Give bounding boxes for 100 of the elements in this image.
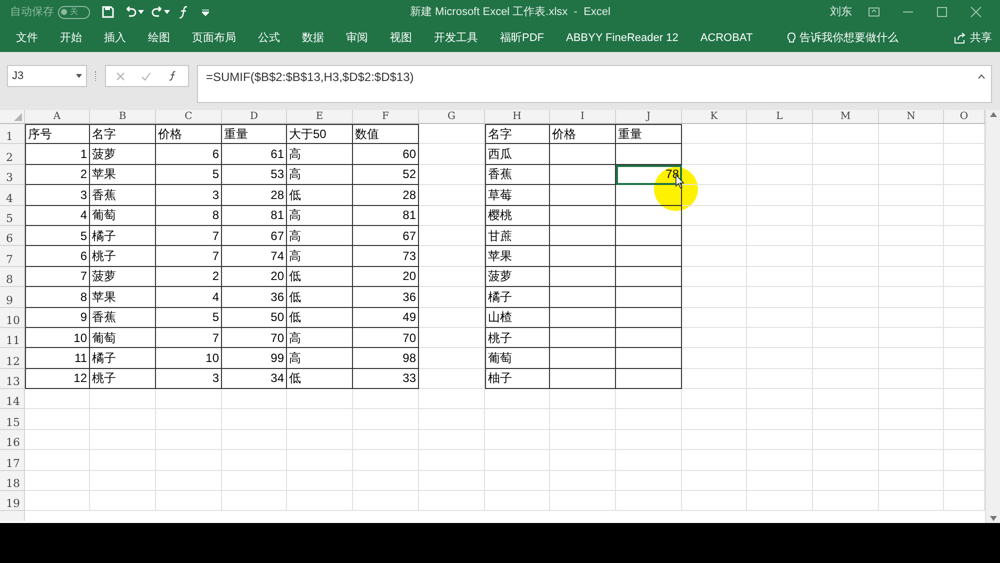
ribbon-tab[interactable]: 文件: [16, 30, 38, 46]
column-header[interactable]: D: [222, 110, 287, 123]
row-header[interactable]: 14: [0, 389, 25, 410]
row-header[interactable]: 2: [0, 144, 25, 165]
column-header[interactable]: G: [419, 110, 485, 123]
table-cell: 高: [287, 348, 353, 369]
table-cell: [419, 144, 485, 165]
column-header[interactable]: F: [353, 110, 419, 123]
table-cell: [25, 491, 90, 512]
customize-menu-icon[interactable]: [202, 8, 209, 16]
vertical-scrollbar[interactable]: [985, 110, 1000, 523]
ribbon-tab[interactable]: 开发工具: [434, 30, 478, 46]
table-cell: [616, 409, 682, 430]
table-cell: 67: [222, 226, 287, 246]
ribbon-tab[interactable]: 开始: [60, 30, 82, 46]
ribbon-tab[interactable]: 福昕PDF: [500, 30, 544, 46]
column-header[interactable]: M: [813, 110, 879, 123]
table-cell: [287, 430, 353, 450]
row-header[interactable]: 11: [0, 328, 25, 348]
ribbon-tab[interactable]: 数据: [302, 30, 324, 46]
ribbon-tab[interactable]: 绘图: [148, 30, 170, 46]
ribbon-tab[interactable]: 页面布局: [192, 30, 236, 46]
column-header[interactable]: C: [156, 110, 222, 123]
row-header[interactable]: 4: [0, 185, 25, 206]
table-cell: [156, 430, 222, 450]
row-header[interactable]: 1: [0, 124, 25, 144]
check-icon[interactable]: [141, 72, 152, 80]
row-header[interactable]: 7: [0, 246, 25, 267]
column-header[interactable]: H: [485, 110, 550, 123]
table-cell: [419, 409, 485, 430]
user-name[interactable]: 刘东: [830, 4, 852, 20]
tell-me-search[interactable]: 告诉我你想要做什么: [800, 30, 899, 46]
table-cell: [353, 409, 419, 430]
row-header[interactable]: 13: [0, 368, 25, 390]
table-cell: [25, 470, 90, 492]
table-cell: 3: [156, 185, 222, 206]
column-header[interactable]: I: [550, 110, 616, 123]
table-cell: [813, 144, 879, 165]
table-cell: [287, 470, 353, 492]
column-header[interactable]: N: [879, 110, 944, 123]
scroll-up-icon[interactable]: [990, 112, 996, 117]
save-icon[interactable]: [102, 6, 114, 18]
table-cell: 低: [287, 368, 353, 390]
caret-icon[interactable]: [138, 10, 144, 14]
undo-icon[interactable]: [124, 6, 138, 18]
row-header[interactable]: 17: [0, 450, 25, 471]
column-header[interactable]: K: [682, 110, 747, 123]
share-icon[interactable]: [954, 32, 966, 44]
table-cell: 98: [353, 348, 419, 369]
row-header[interactable]: 12: [0, 348, 25, 369]
row-header[interactable]: 3: [0, 164, 25, 186]
row-header[interactable]: 8: [0, 266, 25, 288]
table-cell: 10: [156, 348, 222, 369]
table-cell: [419, 266, 485, 288]
caret-icon[interactable]: [164, 10, 170, 14]
function-icon[interactable]: [178, 6, 190, 18]
table-cell: 5: [25, 226, 90, 246]
share-button[interactable]: 共享: [970, 30, 992, 46]
scroll-down-icon[interactable]: [990, 516, 996, 521]
table-cell: 81: [222, 206, 287, 226]
ribbon-tab[interactable]: ABBYY FineReader 12: [566, 30, 678, 46]
table-cell: 8: [25, 287, 90, 308]
table-cell: [419, 246, 485, 267]
table-cell: [813, 368, 879, 390]
function-icon[interactable]: [168, 71, 178, 81]
table-cell: 橘子: [90, 348, 156, 369]
table-cell: [747, 287, 813, 308]
collapse-icon[interactable]: [978, 74, 985, 79]
ribbon-tab[interactable]: 插入: [104, 30, 126, 46]
row-header[interactable]: 5: [0, 206, 25, 226]
row-header[interactable]: 10: [0, 308, 25, 328]
column-header[interactable]: J: [616, 110, 682, 123]
ribbon-tab[interactable]: 审阅: [346, 30, 368, 46]
table-cell: [879, 185, 944, 206]
ribbon-tab[interactable]: ACROBAT: [700, 30, 753, 46]
ribbon-tab[interactable]: 视图: [390, 30, 412, 46]
maximize-icon[interactable]: [936, 6, 948, 18]
row-header[interactable]: 19: [0, 491, 25, 512]
column-header[interactable]: B: [90, 110, 156, 123]
column-header[interactable]: A: [25, 110, 90, 123]
ribbon-tab[interactable]: 公式: [258, 30, 280, 46]
table-cell: [550, 389, 616, 410]
table-cell: 4: [156, 287, 222, 308]
column-header[interactable]: L: [747, 110, 813, 123]
cancel-icon[interactable]: [116, 72, 126, 80]
table-cell: [813, 430, 879, 450]
formula-field[interactable]: =SUMIF($B$2:$B$13,H3,$D$2:$D$13): [197, 65, 992, 103]
ribbon-display-icon[interactable]: [868, 6, 880, 18]
name-box[interactable]: J3: [7, 65, 87, 87]
row-header[interactable]: 16: [0, 430, 25, 450]
row-header[interactable]: 15: [0, 409, 25, 430]
column-header[interactable]: E: [287, 110, 353, 123]
row-header[interactable]: 18: [0, 470, 25, 492]
redo-icon[interactable]: [150, 6, 164, 18]
table-cell: 菠萝: [90, 266, 156, 288]
close-icon[interactable]: [970, 6, 982, 18]
row-header[interactable]: 6: [0, 226, 25, 246]
table-cell: [879, 206, 944, 226]
row-header[interactable]: 9: [0, 287, 25, 308]
table-cell: [485, 389, 550, 410]
